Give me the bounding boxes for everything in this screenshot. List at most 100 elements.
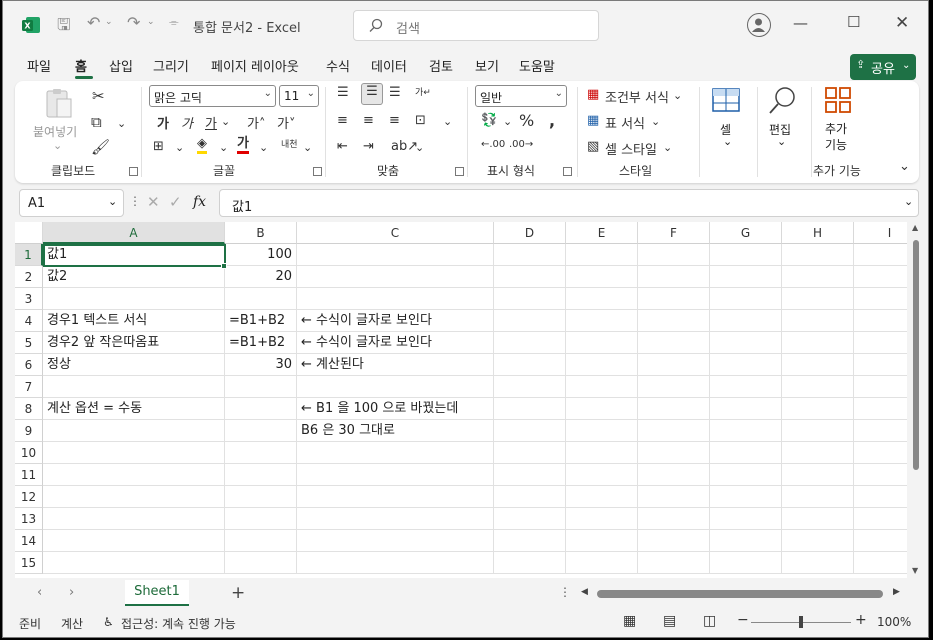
cell-g15[interactable] xyxy=(710,552,782,574)
undo-icon[interactable]: ↶ xyxy=(87,13,100,32)
cell-d2[interactable] xyxy=(494,266,566,288)
cell-a3[interactable] xyxy=(43,288,225,310)
cell-d9[interactable] xyxy=(494,420,566,442)
cut-icon[interactable]: ✂ xyxy=(92,87,105,105)
row-header[interactable]: 10 xyxy=(15,442,43,464)
cell-a12[interactable] xyxy=(43,486,225,508)
redo-icon[interactable]: ↷ xyxy=(127,13,140,32)
cell-e7[interactable] xyxy=(566,376,638,398)
cell-i12[interactable] xyxy=(854,486,907,508)
cell-styles-button[interactable]: 셀 스타일 xyxy=(605,139,657,158)
align-middle-icon[interactable]: ☰ xyxy=(361,83,383,105)
bold-button[interactable]: 가 xyxy=(157,113,169,132)
cell-g3[interactable] xyxy=(710,288,782,310)
cell-b5[interactable]: =B1+B2 xyxy=(225,332,297,354)
tab-help[interactable]: 도움말 xyxy=(519,56,555,75)
cell-i3[interactable] xyxy=(854,288,907,310)
zoom-in-icon[interactable]: + xyxy=(855,612,867,628)
cell-b11[interactable] xyxy=(225,464,297,486)
font-name-select[interactable]: 맑은 고딕 ⌄ xyxy=(149,85,276,107)
cell-g8[interactable] xyxy=(710,398,782,420)
cell-b1[interactable]: 100 xyxy=(225,244,297,266)
column-header-i[interactable]: I xyxy=(854,222,907,244)
accounting-format-icon[interactable]: 💱 xyxy=(481,113,497,128)
cell-d1[interactable] xyxy=(494,244,566,266)
cell-h4[interactable] xyxy=(782,310,854,332)
font-color-button[interactable]: 가 xyxy=(237,137,249,154)
column-header-g[interactable]: G xyxy=(710,222,782,244)
confirm-entry-icon[interactable]: ✓ xyxy=(169,193,182,211)
row-header[interactable]: 4 xyxy=(15,310,43,332)
cell-c10[interactable] xyxy=(297,442,494,464)
cell-g10[interactable] xyxy=(710,442,782,464)
cell-f3[interactable] xyxy=(638,288,710,310)
cell-a5[interactable]: 경우2 앞 작은따옴표 xyxy=(43,332,225,354)
align-left-icon[interactable]: ≡ xyxy=(337,113,348,128)
cell-i9[interactable] xyxy=(854,420,907,442)
addins-icon[interactable] xyxy=(823,85,853,115)
percent-style-icon[interactable]: % xyxy=(519,111,534,130)
cell-h8[interactable] xyxy=(782,398,854,420)
cell-c9[interactable]: B6 은 30 그대로 xyxy=(297,420,494,442)
cell-g7[interactable] xyxy=(710,376,782,398)
cell-d3[interactable] xyxy=(494,288,566,310)
scroll-up-icon[interactable]: ▲ xyxy=(912,223,918,232)
cell-g6[interactable] xyxy=(710,354,782,376)
cell-e15[interactable] xyxy=(566,552,638,574)
cell-h15[interactable] xyxy=(782,552,854,574)
cell-h1[interactable] xyxy=(782,244,854,266)
column-header-b[interactable]: B xyxy=(225,222,297,244)
wrap-text-icon[interactable]: 가↵ xyxy=(415,85,431,98)
increase-indent-icon[interactable]: ⇥ xyxy=(363,139,374,154)
cell-e9[interactable] xyxy=(566,420,638,442)
underline-button[interactable]: 가 xyxy=(205,113,217,132)
cell-d5[interactable] xyxy=(494,332,566,354)
cell-f1[interactable] xyxy=(638,244,710,266)
formula-input[interactable]: 값1 ⌄ xyxy=(219,189,919,217)
cell-d7[interactable] xyxy=(494,376,566,398)
align-right-icon[interactable]: ≡ xyxy=(389,113,400,128)
cell-f2[interactable] xyxy=(638,266,710,288)
cell-c7[interactable] xyxy=(297,376,494,398)
cell-e5[interactable] xyxy=(566,332,638,354)
row-header[interactable]: 7 xyxy=(15,376,43,398)
format-table-icon[interactable]: ▦ xyxy=(587,113,599,128)
alignment-launcher-icon[interactable] xyxy=(455,167,464,176)
name-box[interactable]: A1 ⌄ xyxy=(19,189,124,217)
accounting-dropdown-icon[interactable]: ⌄ xyxy=(503,115,512,128)
row-header[interactable]: 13 xyxy=(15,508,43,530)
zoom-slider-thumb[interactable] xyxy=(799,616,803,628)
cell-i13[interactable] xyxy=(854,508,907,530)
cell-a11[interactable] xyxy=(43,464,225,486)
cell-h5[interactable] xyxy=(782,332,854,354)
row-header[interactable]: 1 xyxy=(15,244,43,266)
zoom-out-icon[interactable]: − xyxy=(737,612,749,628)
cell-f10[interactable] xyxy=(638,442,710,464)
tab-page-layout[interactable]: 페이지 레이아웃 xyxy=(211,56,299,75)
status-calculate[interactable]: 계산 xyxy=(61,615,83,632)
cell-h12[interactable] xyxy=(782,486,854,508)
cell-d12[interactable] xyxy=(494,486,566,508)
cell-h6[interactable] xyxy=(782,354,854,376)
cell-b3[interactable] xyxy=(225,288,297,310)
conditional-format-icon[interactable]: ▦ xyxy=(587,87,599,102)
customize-qat-icon[interactable]: ⌯ xyxy=(169,15,179,30)
fill-color-icon[interactable]: ◈ xyxy=(197,137,207,154)
row-header[interactable]: 9 xyxy=(15,420,43,442)
fill-color-dropdown-icon[interactable]: ⌄ xyxy=(219,141,228,154)
cell-h11[interactable] xyxy=(782,464,854,486)
cell-a7[interactable] xyxy=(43,376,225,398)
addins-button[interactable]: 추가 기능 xyxy=(825,121,847,153)
editing-dropdown-icon[interactable]: ⌄ xyxy=(777,135,786,148)
cell-b8[interactable] xyxy=(225,398,297,420)
sheet-tab-sheet1[interactable]: Sheet1 xyxy=(125,580,189,606)
borders-icon[interactable]: ⊞ xyxy=(153,139,164,154)
row-header[interactable]: 12 xyxy=(15,486,43,508)
cell-f11[interactable] xyxy=(638,464,710,486)
cell-h3[interactable] xyxy=(782,288,854,310)
select-all-corner[interactable] xyxy=(15,222,43,244)
increase-decimal-icon[interactable]: ←.00 xyxy=(481,139,505,150)
tab-view[interactable]: 보기 xyxy=(475,56,499,75)
cell-i10[interactable] xyxy=(854,442,907,464)
cell-i14[interactable] xyxy=(854,530,907,552)
